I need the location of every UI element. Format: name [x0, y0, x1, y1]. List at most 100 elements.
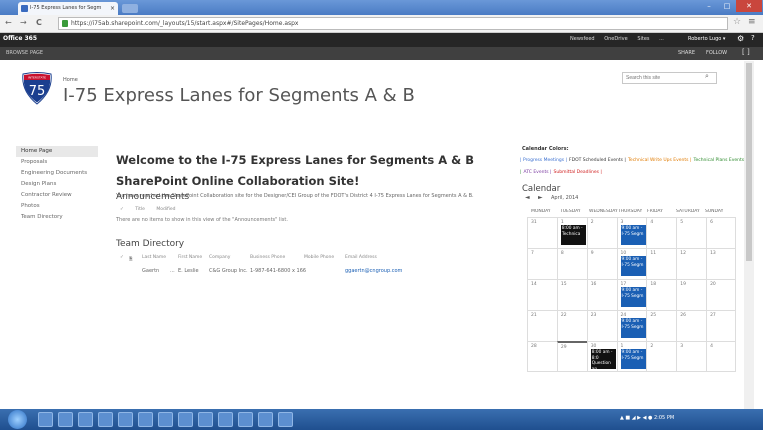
calendar-event[interactable]: 9:00 am - I-75 Segm [620, 256, 646, 276]
calendar-next-icon[interactable]: ► [538, 194, 543, 201]
nav-item-engineering-documents[interactable]: Engineering Documents [20, 168, 100, 179]
taskbar-app-explorer-icon[interactable] [58, 412, 73, 427]
col-title[interactable]: Title [135, 207, 145, 212]
nav-item-contractor-review[interactable]: Contractor Review [20, 190, 100, 201]
follow-button[interactable]: FOLLOW [706, 50, 727, 56]
calendar-day-cell[interactable]: 16 [586, 279, 617, 310]
search-icon[interactable]: ⌕ [705, 72, 709, 81]
calendar-day-cell[interactable]: 19 [676, 279, 707, 310]
window-maximize-button[interactable]: □ [718, 0, 736, 12]
row-menu-icon[interactable]: ... [170, 268, 175, 274]
gear-icon[interactable]: ⚙ [737, 34, 744, 43]
browser-menu-icon[interactable]: ≡ [748, 17, 756, 27]
tab-page[interactable]: PAGE [30, 50, 43, 56]
taskbar-app-chrome-icon[interactable] [98, 412, 113, 427]
calendar-day-cell[interactable]: 21 [527, 310, 557, 341]
nav-item-proposals[interactable]: Proposals [20, 157, 100, 168]
calendar-day-cell[interactable]: 18 [646, 279, 677, 310]
col-email[interactable]: Email Address [345, 255, 377, 260]
forward-icon[interactable]: → [20, 18, 27, 27]
calendar-day-cell[interactable]: 2 [586, 217, 617, 248]
col-modified[interactable]: Modified [156, 207, 175, 212]
calendar-day-cell[interactable]: 7 [527, 248, 557, 279]
search-input[interactable] [622, 72, 717, 84]
taskbar-app-firefox-icon[interactable] [218, 412, 233, 427]
suite-link-newsfeed[interactable]: Newsfeed [570, 36, 595, 42]
calendar-day-cell[interactable]: 3 [676, 341, 707, 372]
taskbar-app-sharepoint-icon[interactable] [278, 412, 293, 427]
taskbar-app-ie-icon[interactable] [38, 412, 53, 427]
legend-item[interactable]: Technical Write Ups Events | [628, 158, 692, 163]
calendar-day-cell[interactable]: 27 [706, 310, 736, 341]
col-mobile-phone[interactable]: Mobile Phone [304, 255, 334, 260]
scrollbar-thumb[interactable] [746, 63, 752, 261]
start-button[interactable] [8, 410, 27, 429]
col-business-phone[interactable]: Business Phone [250, 255, 285, 260]
calendar-day-cell[interactable]: 31 [527, 217, 557, 248]
window-close-button[interactable]: ✕ [736, 0, 762, 12]
calendar-event[interactable]: 9:00 am - I-75 Segm [620, 318, 646, 338]
calendar-day-cell[interactable]: 12 [676, 248, 707, 279]
taskbar-app-media-icon[interactable] [78, 412, 93, 427]
calendar-day-cell[interactable]: 29 [556, 341, 587, 372]
team-select-check[interactable]: ✓ [120, 255, 124, 260]
window-minimize-button[interactable]: – [700, 0, 718, 12]
url-input[interactable]: https://i75ab.sharepoint.com/_layouts/15… [58, 17, 728, 30]
legend-item[interactable]: Submittal Deadlines | [554, 170, 602, 175]
calendar-day-cell[interactable]: 4 [706, 341, 736, 372]
calendar-day-cell[interactable]: 8 [556, 248, 587, 279]
calendar-day-cell[interactable]: 10 9:00 am - I-75 Segm [616, 248, 647, 279]
announcements-title[interactable]: Announcements [116, 192, 189, 202]
calendar-day-cell[interactable]: 1 8:00 am - Technica [556, 217, 587, 248]
col-last-name[interactable]: Last Name [142, 255, 166, 260]
col-company[interactable]: Company [209, 255, 230, 260]
calendar-day-cell[interactable]: 25 [646, 310, 677, 341]
calendar-day-cell[interactable]: 6 [706, 217, 736, 248]
taskbar-app-calc-icon[interactable] [258, 412, 273, 427]
calendar-day-cell[interactable]: 3 9:00 am - I-75 Segm [616, 217, 647, 248]
nav-item-photos[interactable]: Photos [20, 201, 100, 212]
nav-item-design-plans[interactable]: Design Plans [20, 179, 100, 190]
nav-item-home-page[interactable]: Home Page [16, 146, 98, 157]
team-directory-title[interactable]: Team Directory [116, 239, 184, 249]
calendar-event[interactable]: 8:00 am - 8:0 Question an [590, 349, 616, 369]
col-first-name[interactable]: First Name [178, 255, 202, 260]
tab-browse[interactable]: BROWSE [6, 50, 28, 56]
new-tab-button[interactable] [122, 4, 138, 13]
user-menu[interactable]: Roberto Lugo ▾ [688, 36, 725, 42]
bookmark-star-icon[interactable]: ☆ [733, 17, 741, 27]
calendar-event[interactable]: 8:00 am - Technica [560, 225, 586, 245]
calendar-day-cell[interactable]: 28 [527, 341, 557, 372]
system-tray[interactable]: ▲ ■ ◢ ▶ ◀ ● 2:05 PM [620, 415, 674, 421]
site-logo[interactable]: INTERSTATE 75 [20, 71, 54, 105]
taskbar-app-excel-icon[interactable] [138, 412, 153, 427]
taskbar-app-powerpoint-icon[interactable] [178, 412, 193, 427]
browser-tab[interactable]: I-75 Express Lanes for Segm × [18, 2, 118, 15]
calendar-day-cell[interactable]: 15 [556, 279, 587, 310]
focus-content-icon[interactable]: [ ] [742, 48, 750, 56]
suite-link-sites[interactable]: Sites [637, 36, 649, 42]
calendar-event[interactable]: 9:00 am - I-75 Segm [620, 225, 646, 245]
taskbar-app-word-icon[interactable] [118, 412, 133, 427]
calendar-day-cell[interactable]: 22 [556, 310, 587, 341]
calendar-event[interactable]: 9:00 am - I-75 Segm [620, 287, 646, 307]
calendar-day-cell[interactable]: 308:00 am - 8:0 Question an [586, 341, 617, 372]
share-button[interactable]: SHARE [678, 50, 695, 56]
reload-icon[interactable]: C [36, 18, 42, 27]
help-icon[interactable]: ? [751, 34, 755, 42]
taskbar-app-notes-icon[interactable] [238, 412, 253, 427]
calendar-event[interactable]: 9:00 am - I-75 Segm [620, 349, 646, 369]
suite-link-onedrive[interactable]: OneDrive [604, 36, 628, 42]
legend-item[interactable]: | Progress Meetings | [520, 158, 567, 163]
tab-close-icon[interactable]: × [110, 2, 115, 15]
site-title[interactable]: I-75 Express Lanes for Segments A & B [63, 85, 415, 106]
suite-link-more[interactable]: ... [659, 36, 664, 42]
calendar-day-cell[interactable]: 26 [676, 310, 707, 341]
calendar-day-cell[interactable]: 9 [586, 248, 617, 279]
calendar-day-cell[interactable]: 4 [646, 217, 677, 248]
nav-item-team-directory[interactable]: Team Directory [20, 212, 100, 223]
calendar-day-cell[interactable]: 2 [646, 341, 677, 372]
select-all-check[interactable]: ✓ [120, 207, 124, 212]
back-icon[interactable]: ← [5, 18, 12, 27]
office365-brand[interactable]: Office 365 [3, 35, 37, 42]
